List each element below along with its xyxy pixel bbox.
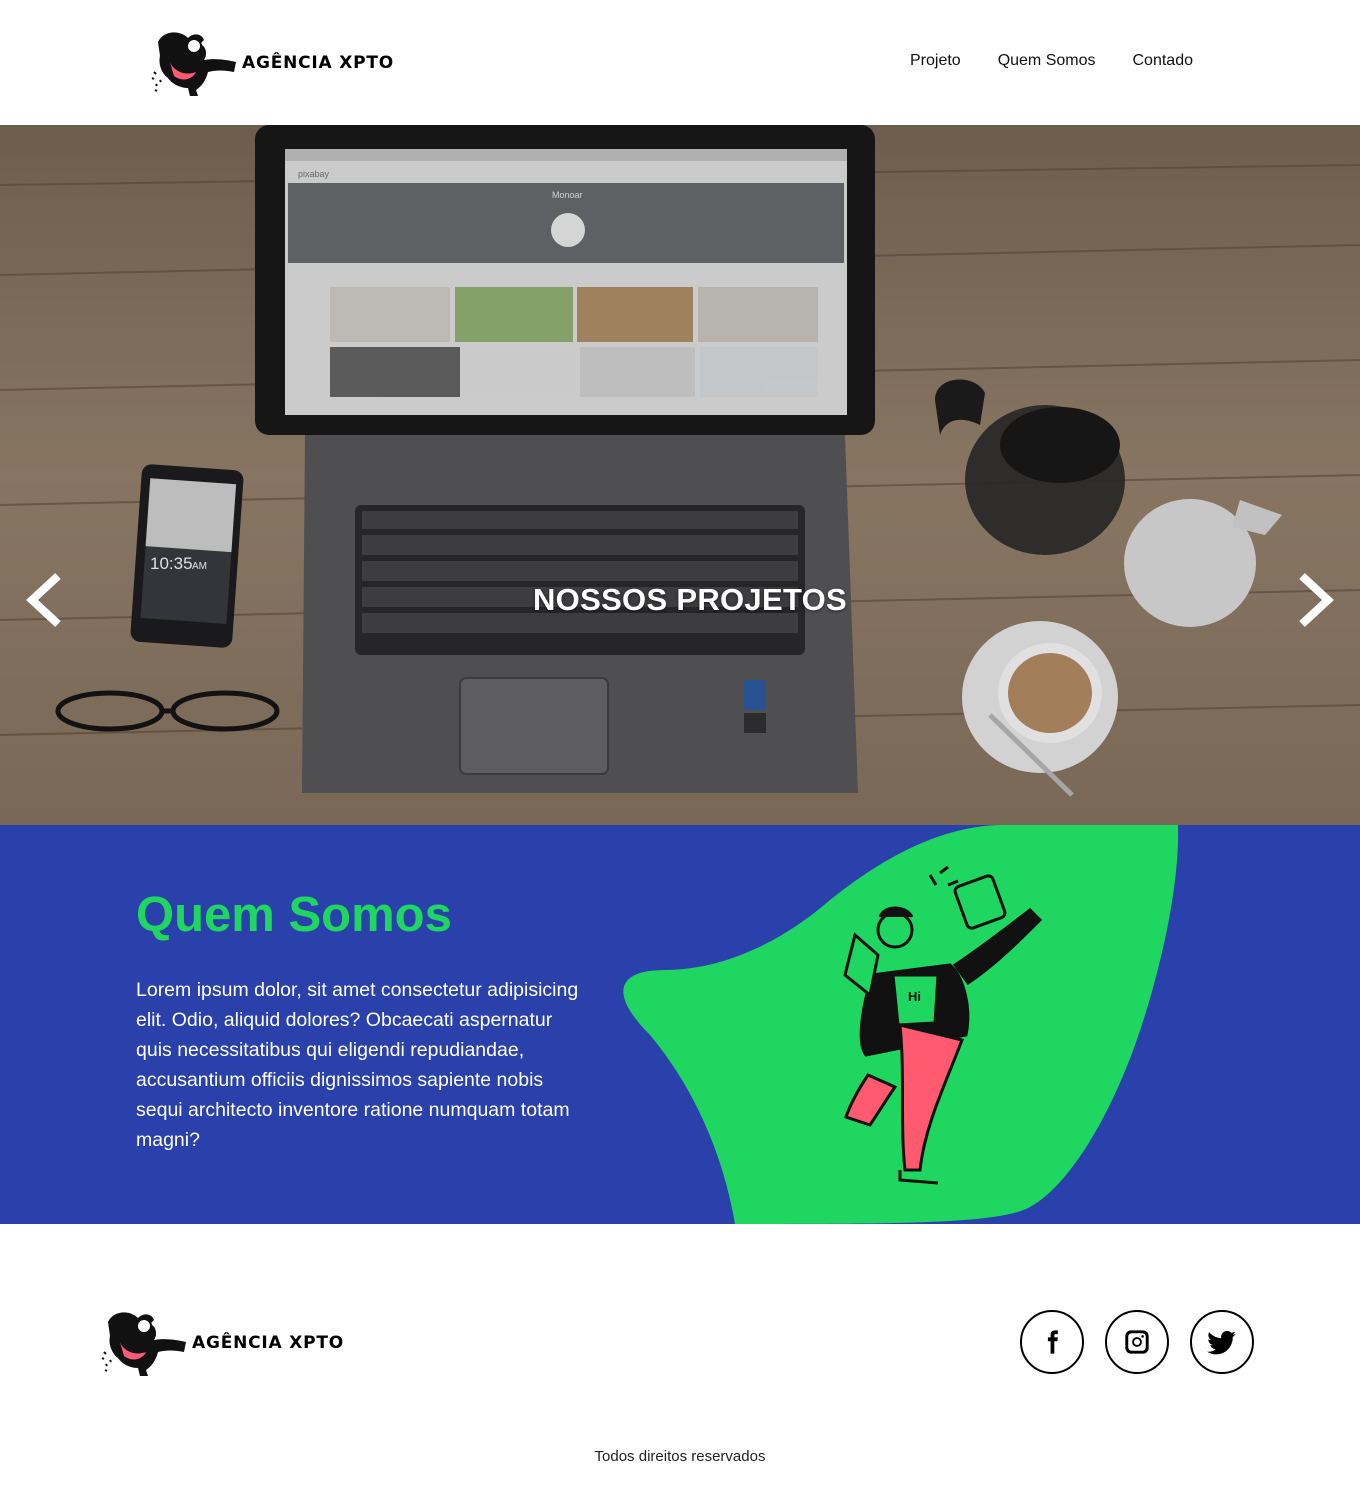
instagram-link[interactable] [1105, 1310, 1169, 1374]
main-nav: Projeto Quem Somos Contado [910, 52, 1193, 70]
hero-carousel: pixabay Monoar 10:35 AM NOSSOS PROJETOS [0, 125, 1360, 825]
site-header: AGÊNCIA XPTO Projeto Quem Somos Contado [0, 0, 1360, 125]
nav-contato[interactable]: Contado [1133, 52, 1194, 70]
footer-brand-logo-icon [101, 1312, 186, 1376]
copyright-text: Todos direitos reservados [594, 1448, 766, 1465]
instagram-icon [1125, 1330, 1149, 1354]
about-section: Hi Quem Somos Lorem ipsum dolor, sit ame… [0, 825, 1360, 1224]
nav-quem-somos[interactable]: Quem Somos [998, 52, 1096, 70]
brand-link[interactable]: AGÊNCIA XPTO [150, 28, 394, 98]
chevron-left-icon [26, 573, 61, 627]
shirt-text: Hi [908, 989, 921, 1004]
brand-name: AGÊNCIA XPTO [242, 53, 395, 73]
about-description: Lorem ipsum dolor, sit amet consectetur … [136, 979, 579, 1151]
chevron-right-icon [1299, 573, 1334, 627]
facebook-link[interactable] [1020, 1310, 1084, 1374]
facebook-icon [1047, 1330, 1058, 1354]
carousel-caption: NOSSOS PROJETOS [533, 582, 848, 617]
brand-logo-icon [151, 32, 236, 96]
footer-brand-link[interactable]: AGÊNCIA XPTO [100, 1308, 344, 1378]
carousel-next-button[interactable] [1296, 572, 1336, 628]
carousel-prev-button[interactable] [24, 572, 64, 628]
footer-brand-name: AGÊNCIA XPTO [192, 1333, 345, 1353]
about-title: Quem Somos [136, 888, 452, 942]
twitter-icon [1207, 1331, 1236, 1355]
nav-projeto[interactable]: Projeto [910, 52, 961, 70]
twitter-link[interactable] [1190, 1310, 1254, 1374]
site-footer: AGÊNCIA XPTO Todos direitos reservados [0, 1224, 1360, 1487]
hero-background-image: pixabay Monoar 10:35 AM [0, 125, 1360, 825]
